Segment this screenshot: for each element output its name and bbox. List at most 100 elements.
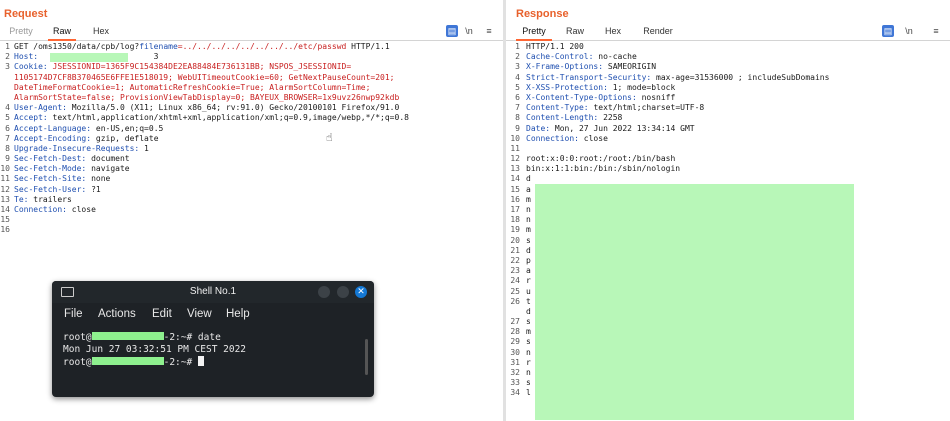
code-line: 11 — [506, 144, 950, 154]
code-segment: X-Content-Type-Options: — [526, 92, 642, 102]
line-number: 7 — [515, 103, 520, 113]
code-line: 4 Strict-Transport-Security: max-age=3153… — [506, 73, 950, 83]
tab-pretty[interactable]: Pretty — [516, 23, 552, 41]
cursor-hand-icon: ☝ — [326, 131, 333, 144]
code-segment: Upgrade-Insecure-Requests: — [14, 143, 145, 153]
code-line: 3 Cookie: JSESSIONID=1365F9C154384DE2EA88… — [0, 62, 503, 72]
request-editor[interactable]: 1 GET /oms1350/data/cpb/log?filename=../.… — [0, 42, 503, 236]
line-number: 4 — [515, 72, 520, 82]
line-number: 12 — [0, 184, 10, 194]
line-number: 34 — [510, 388, 520, 398]
line-number: 9 — [5, 154, 10, 164]
code-line: 1 GET /oms1350/data/cpb/log?filename=../.… — [0, 42, 503, 52]
tab-hex[interactable]: Hex — [600, 23, 626, 39]
menu-help[interactable]: Help — [226, 308, 250, 320]
shell-window[interactable]: Shell No.1 ✕ File Actions Edit View Help… — [52, 281, 374, 397]
code-segment: nosniff — [641, 92, 676, 102]
line-number: 13 — [0, 194, 10, 204]
line-number: 8 — [515, 113, 520, 123]
code-text: r — [526, 276, 531, 286]
redaction-block — [91, 357, 164, 365]
code-line: 5 X-XSS-Protection: 1; mode=block — [506, 83, 950, 93]
code-segment: 1 — [144, 143, 149, 153]
code-line: 5 Accept: text/html,application/xhtml+xml… — [0, 113, 503, 123]
code-text: n — [526, 215, 531, 225]
line-number: 33 — [510, 378, 520, 388]
code-segment: Accept-Language: — [14, 123, 96, 133]
code-line: 12 root:x:0:0:root:/root:/bin/bash — [506, 154, 950, 164]
code-segment: a — [526, 184, 531, 194]
inspector-icon[interactable]: ▤ — [446, 25, 458, 37]
code-text: d — [526, 174, 531, 184]
minimize-button[interactable] — [318, 286, 330, 298]
terminal-scrollbar[interactable] — [365, 339, 368, 375]
code-segment: Accept-Encoding: — [14, 133, 96, 143]
line-number: 3 — [5, 62, 10, 72]
code-segment: Host: — [14, 52, 43, 62]
redaction-block — [50, 53, 128, 62]
code-text: m — [526, 225, 531, 235]
menu-view[interactable]: View — [187, 308, 212, 320]
menu-edit[interactable]: Edit — [152, 308, 172, 320]
hamburger-icon[interactable]: ≡ — [930, 25, 942, 37]
code-segment: close — [71, 205, 96, 214]
code-text: Accept-Language: en-US,en;q=0.5 — [14, 124, 163, 134]
newline-icon[interactable]: \n — [903, 25, 915, 37]
code-line: 6 Accept-Language: en-US,en;q=0.5 — [0, 124, 503, 134]
code-text: p — [526, 256, 531, 266]
code-text: n — [526, 205, 531, 215]
code-segment: Connection: — [526, 133, 584, 143]
terminal-output[interactable]: root@ -2:~# date Mon Jun 27 03:32:51 PM C… — [63, 332, 360, 368]
code-segment: filename — [139, 42, 178, 51]
line-number: 3 — [515, 62, 520, 72]
code-text: AlarmSortState=false; ProvisionViewTabDi… — [14, 93, 399, 103]
code-text: a — [526, 185, 531, 195]
tab-pretty[interactable]: Pretty — [4, 23, 38, 39]
code-segment: n — [526, 205, 531, 214]
tab-hex[interactable]: Hex — [86, 23, 116, 39]
tab-raw[interactable]: Raw — [562, 23, 588, 39]
code-text: Content-Type: text/html;charset=UTF-8 — [526, 103, 704, 113]
code-segment: en-US,en;q=0.5 — [95, 123, 164, 133]
code-segment: Content-Type: — [526, 103, 594, 113]
line-number: 6 — [515, 92, 520, 102]
menu-actions[interactable]: Actions — [98, 308, 136, 320]
code-line: 12 Sec-Fetch-User: ?1 — [0, 185, 503, 195]
menu-file[interactable]: File — [64, 308, 83, 320]
hamburger-icon[interactable]: ≡ — [483, 25, 495, 37]
code-segment: none — [91, 174, 111, 184]
line-number: 17 — [510, 205, 520, 214]
code-segment: l — [526, 388, 531, 398]
line-number: 10 — [510, 133, 520, 143]
code-text: r — [526, 358, 531, 368]
response-title: Response — [516, 8, 569, 20]
code-line: 9 Date: Mon, 27 Jun 2022 13:34:14 GMT — [506, 124, 950, 134]
code-text: X-Frame-Options: SAMEORIGIN — [526, 62, 656, 72]
code-segment: d — [526, 245, 531, 255]
inspector-icon[interactable]: ▤ — [882, 25, 894, 37]
shell-titlebar[interactable]: Shell No.1 ✕ — [52, 281, 374, 303]
code-segment: r — [526, 276, 531, 286]
code-segment: Cache-Control: — [526, 52, 599, 62]
code-text: bin:x:1:1:bin:/bin:/sbin/nologin — [526, 164, 680, 174]
line-number: 5 — [5, 113, 10, 123]
code-segment: HTTP/1.1 200 — [526, 42, 584, 51]
newline-icon[interactable]: \n — [463, 25, 475, 37]
tab-raw[interactable]: Raw — [48, 23, 76, 41]
code-text: l — [526, 388, 531, 398]
code-line: 15 — [0, 215, 503, 225]
code-segment: m — [526, 327, 531, 337]
code-line: 10 Sec-Fetch-Mode: navigate — [0, 164, 503, 174]
code-segment: Sec-Fetch-User: — [14, 184, 92, 194]
tab-render[interactable]: Render — [640, 23, 676, 39]
code-segment: AlarmSortState=false; ProvisionViewTabDi… — [14, 92, 400, 102]
line-number: 6 — [5, 123, 10, 133]
line-number: 16 — [510, 194, 520, 204]
maximize-button[interactable] — [337, 286, 349, 298]
line-number: 7 — [5, 133, 10, 143]
code-segment: no-cache — [598, 52, 637, 62]
line-number: 16 — [0, 225, 10, 235]
close-button[interactable]: ✕ — [355, 286, 367, 298]
code-segment: Strict-Transport-Security: — [526, 72, 657, 82]
code-segment: Sec-Fetch-Mode: — [14, 164, 92, 174]
